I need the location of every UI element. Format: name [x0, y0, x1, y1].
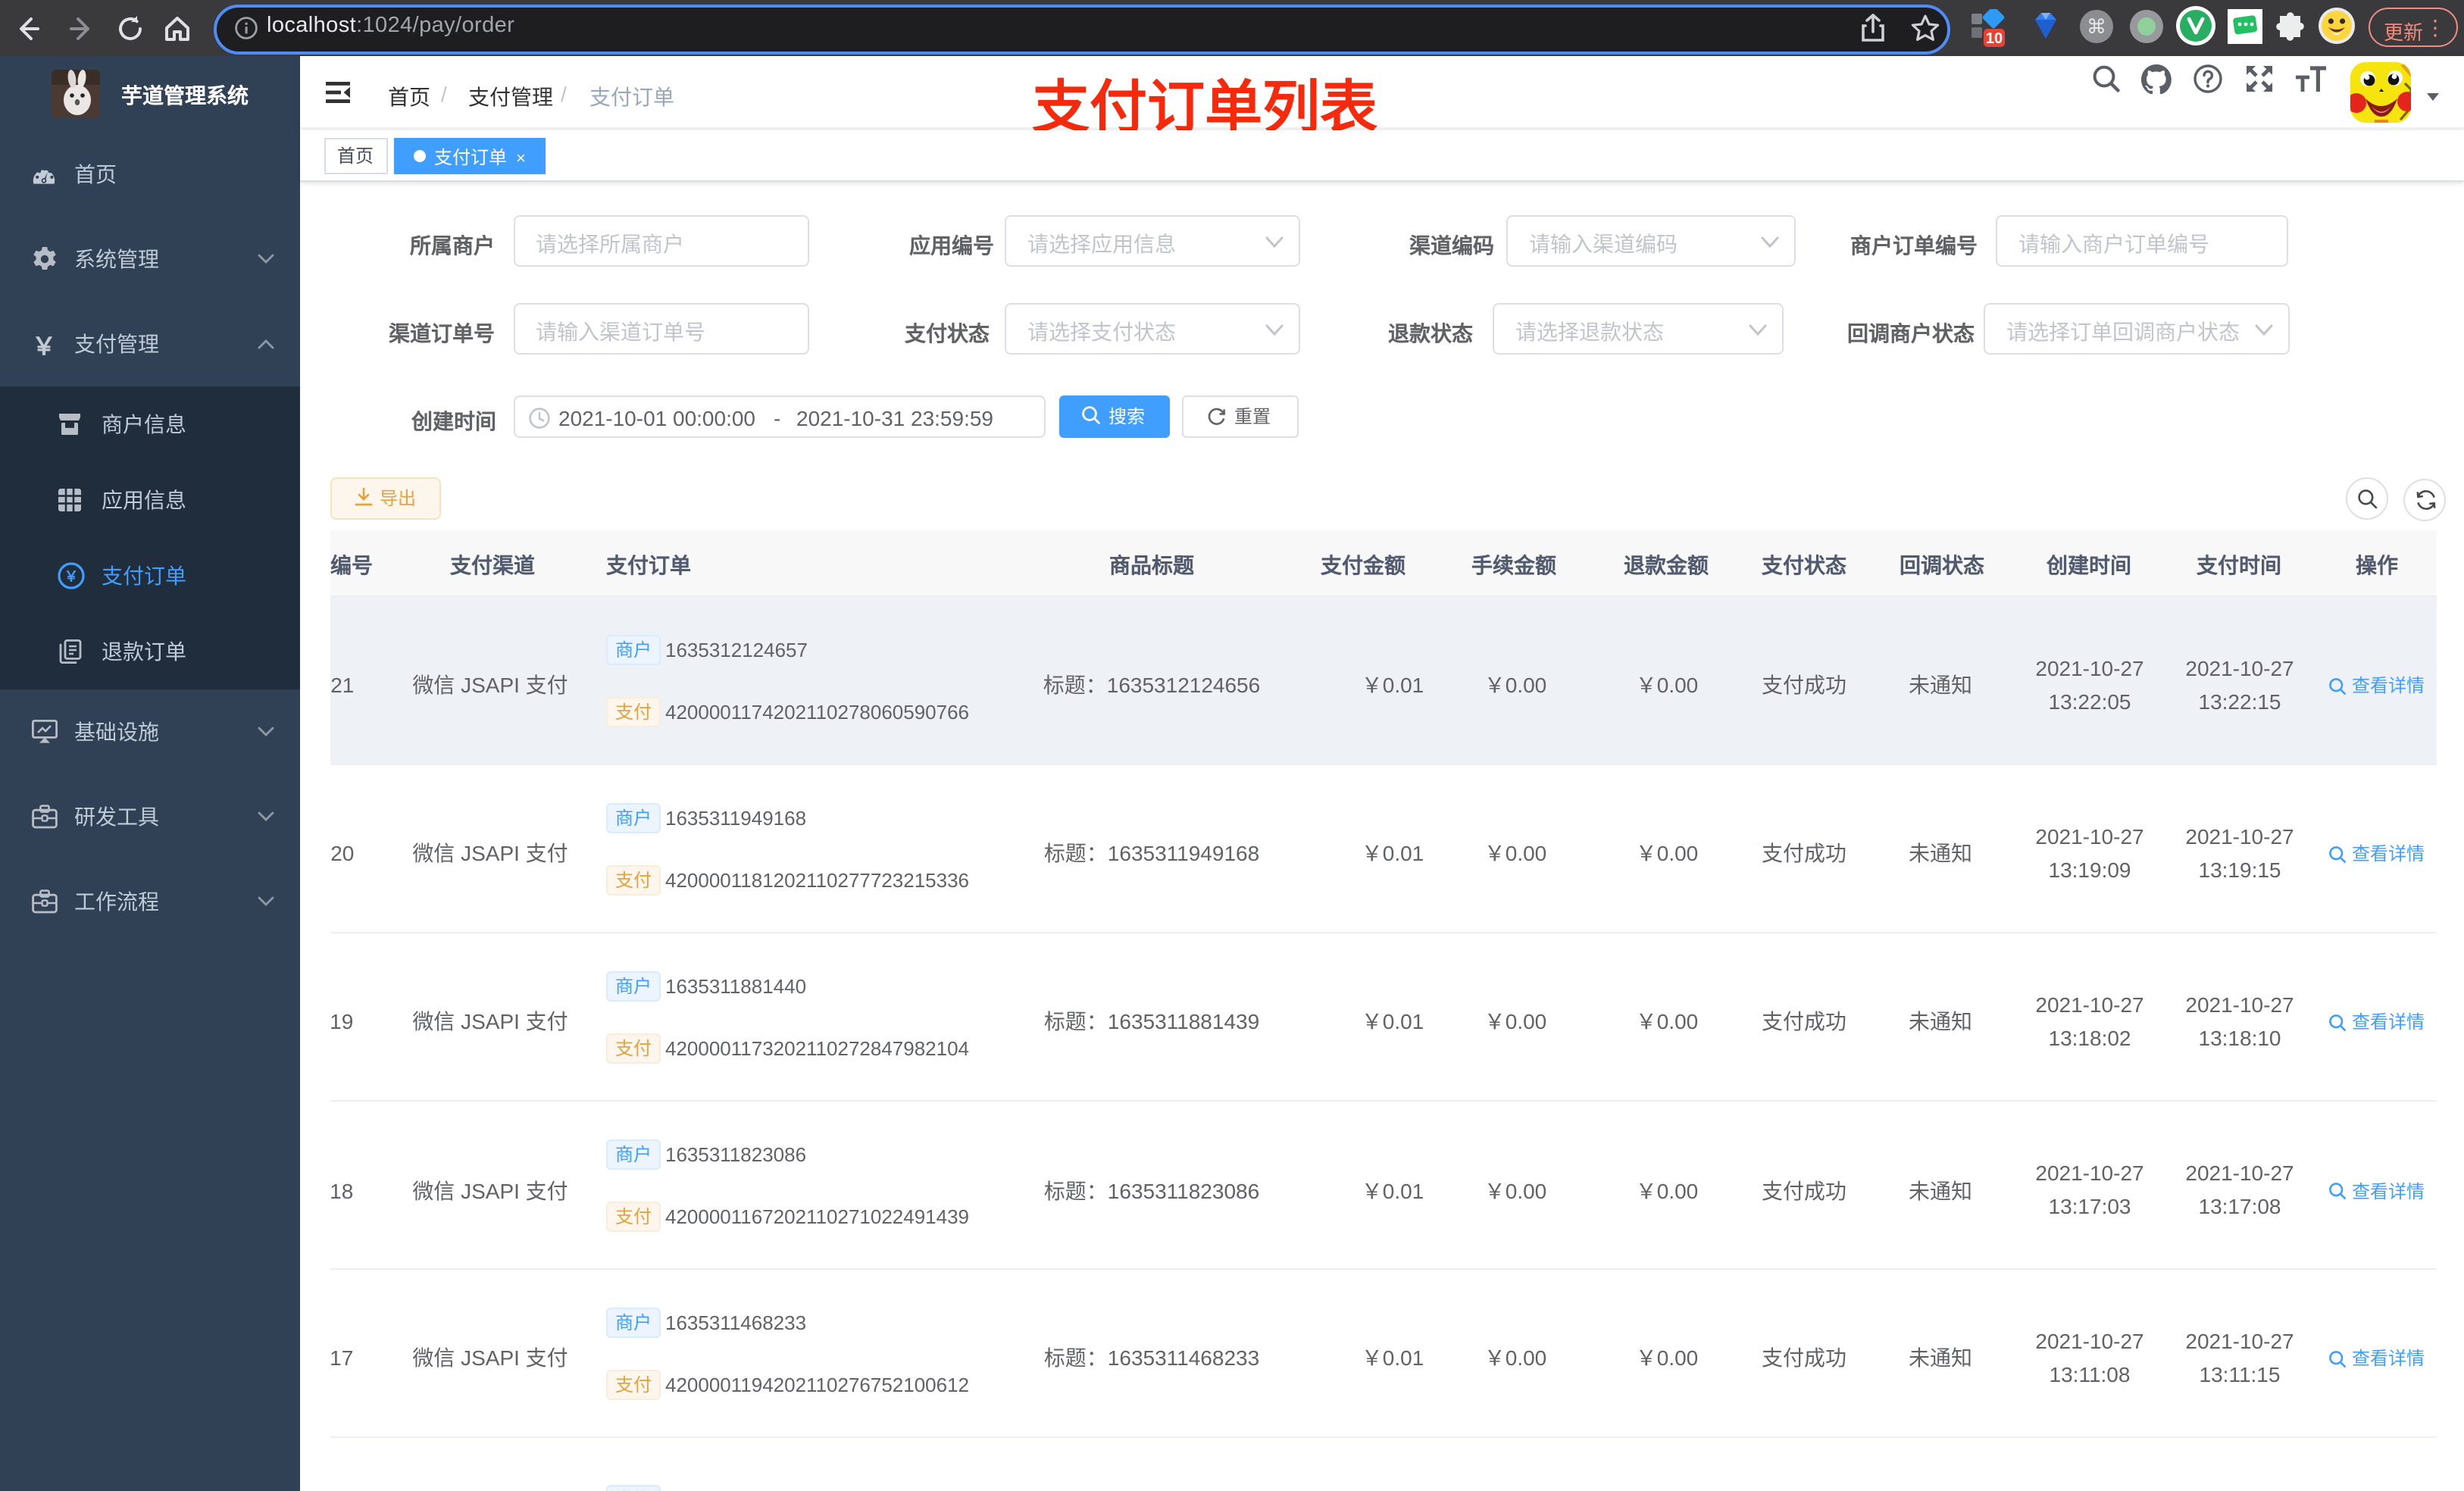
svg-text:￥: ￥: [64, 569, 78, 585]
svg-text:10: 10: [1986, 30, 2003, 47]
svg-text:⌘: ⌘: [2087, 15, 2106, 38]
